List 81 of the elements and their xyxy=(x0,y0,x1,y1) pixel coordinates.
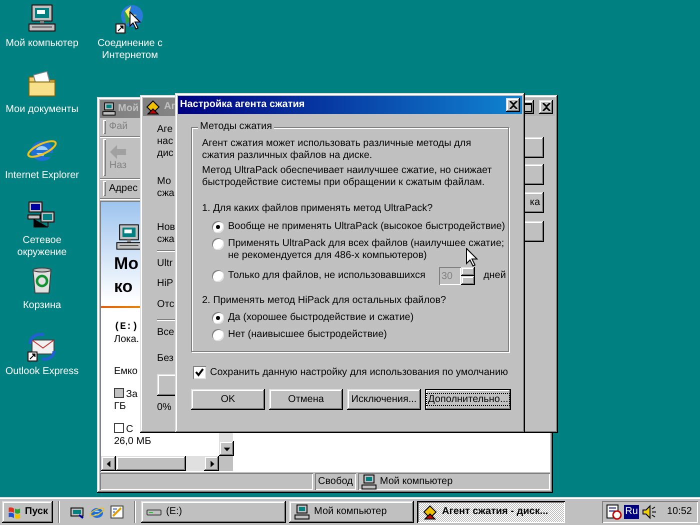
taskbar-button[interactable]: (E:) xyxy=(141,501,286,523)
text-paragraph: Аге нас дис xyxy=(157,124,174,160)
pencil-icon xyxy=(109,504,125,520)
desktop-icon-label[interactable]: Internet Explorer xyxy=(5,170,79,182)
cursor-icon xyxy=(466,248,478,267)
mail-icon xyxy=(26,330,58,362)
legend-value: ГБ xyxy=(114,401,126,413)
scroll-down-button[interactable] xyxy=(219,441,234,456)
window-title: Мой xyxy=(118,103,139,115)
radio-button[interactable] xyxy=(212,238,224,250)
question-text: 2. Применять метод HiPack для остальных файлов? xyxy=(202,295,448,307)
scroll-left-button[interactable] xyxy=(101,456,116,471)
computer-icon xyxy=(26,2,58,34)
globe-icon xyxy=(114,2,146,34)
close-icon xyxy=(508,101,518,109)
scroll-right-button[interactable] xyxy=(204,456,219,471)
spin-up-button[interactable] xyxy=(461,267,476,276)
language-indicator[interactable]: Ru xyxy=(624,505,639,519)
radio-button[interactable] xyxy=(212,270,224,282)
computer-icon xyxy=(360,474,377,490)
desktop-icon-label[interactable]: Мои документы xyxy=(6,104,78,116)
dialog-title: Настройка агента сжатия xyxy=(180,99,305,111)
volume-icon xyxy=(640,504,657,520)
desktop-icon-label[interactable]: Соединение с Интернетом xyxy=(88,38,172,62)
desktop-icon-label[interactable]: Сетевое окружение xyxy=(0,235,84,259)
dialog-button[interactable]: OK xyxy=(191,389,265,410)
dialog-button[interactable]: Дополнительно... xyxy=(425,389,511,410)
scrollbar[interactable] xyxy=(101,456,233,471)
description-text: Агент сжатия может использовать различные методы для сжатия различных файлов на диске. xyxy=(202,138,472,162)
close-icon xyxy=(542,103,550,111)
scrollbar-corner xyxy=(219,456,233,471)
legend-label: За xyxy=(126,389,138,400)
text-paragraph: Нов сжа xyxy=(157,222,176,246)
description-text: Метод UltraPack обеспечивает наилучшее сжатие, но снижает быстродействие системы при обращении к сжатым файлам. xyxy=(202,165,493,189)
radio-button[interactable] xyxy=(212,221,224,233)
close-button[interactable] xyxy=(506,98,520,112)
option-label[interactable]: Только для файлов, не использовавшихся xyxy=(228,270,426,282)
legend-value: 26,0 МБ xyxy=(114,436,152,448)
status-panel: Свобод xyxy=(315,473,356,490)
desktop-icon-label[interactable]: Мой компьютер xyxy=(6,38,78,50)
computer-icon xyxy=(102,102,116,116)
group-title: Методы сжатия xyxy=(198,121,274,133)
progress-text: 0% xyxy=(157,402,172,414)
checkbox-label[interactable]: Сохранить данную настройку для использования по умолчанию xyxy=(210,366,508,378)
unit-label: дней xyxy=(483,270,506,282)
address-label: Адрес xyxy=(109,182,138,194)
computer-icon xyxy=(294,504,310,520)
drive-type: Лока. xyxy=(114,334,140,346)
start-button[interactable]: Пуск xyxy=(2,501,53,523)
setting-label: Ultr xyxy=(157,258,174,270)
scheduler-icon xyxy=(606,504,622,520)
setting-label: Без xyxy=(157,353,174,365)
option-label[interactable]: Вообще не применять UltraPack (высокое быстродействие) xyxy=(228,221,506,233)
taskbar-button[interactable]: Агент сжатия - диск... xyxy=(417,501,565,523)
desktop-icon-label[interactable]: Outlook Express xyxy=(5,366,79,378)
dialog-button[interactable]: Отмена xyxy=(269,389,343,410)
text-paragraph: Мо сжа xyxy=(157,176,176,200)
dialog-button[interactable]: Исключения... xyxy=(347,389,421,410)
spin-down-button[interactable] xyxy=(461,276,476,285)
legend-label: С xyxy=(126,424,134,435)
option-label[interactable]: Применять UltraPack для всех файлов (наилучшее сжатие; не рекомендуется для 486-х компьютеров) xyxy=(228,238,504,262)
clock: 10:52 xyxy=(666,506,692,518)
radio-button[interactable] xyxy=(212,329,224,341)
setting-label: Отс xyxy=(157,299,176,311)
radio-button[interactable] xyxy=(212,312,224,324)
option-label[interactable]: Нет (наивысшее быстродействие) xyxy=(228,329,387,341)
scroll-thumb[interactable] xyxy=(116,456,186,471)
capacity-label: Емко xyxy=(114,366,138,378)
status-text: Мой компьютер xyxy=(380,476,453,488)
panel-heading: Мо ко xyxy=(114,253,139,298)
setting-label: HiP xyxy=(157,278,174,290)
option-label[interactable]: Да (хорошее быстродействие и сжатие) xyxy=(228,312,414,324)
checkbox[interactable] xyxy=(193,366,206,379)
channels-shortcut[interactable] xyxy=(109,504,125,520)
window-title: Аг xyxy=(164,101,176,113)
taskbar-button[interactable]: Мой компьютер xyxy=(289,501,414,523)
question-text: 1. Для каких файлов применять метод UltraPack? xyxy=(202,203,434,215)
drive-label: (E:) xyxy=(114,322,138,334)
setting-label: Все xyxy=(157,327,176,339)
close-button[interactable] xyxy=(539,100,553,114)
desktop-icon-label[interactable]: Корзина xyxy=(22,300,62,312)
